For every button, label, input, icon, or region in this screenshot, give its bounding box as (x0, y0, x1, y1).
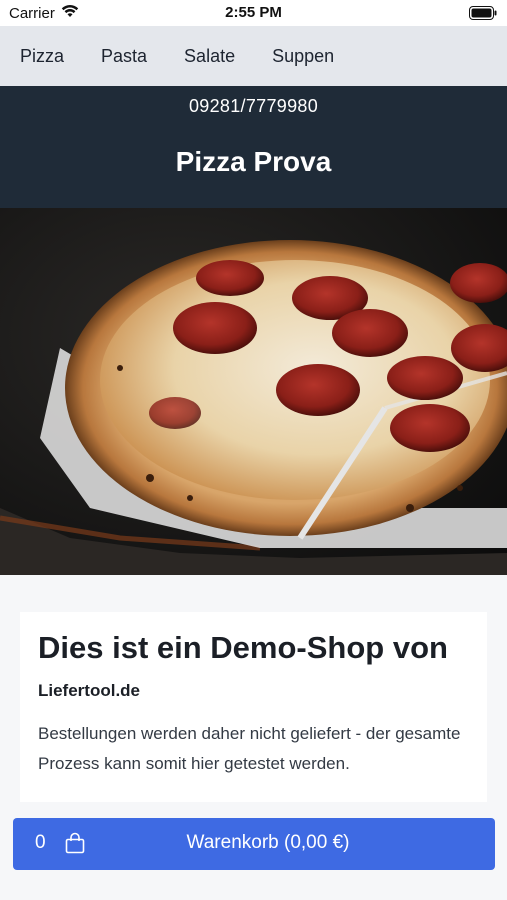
category-tab-salate[interactable]: Salate (184, 46, 235, 67)
category-nav: Pizza Pasta Salate Suppen (0, 26, 507, 86)
demo-shop-notice: Dies ist ein Demo-Shop von Liefertool.de… (20, 612, 487, 802)
shop-phone[interactable]: 09281/7779980 (0, 96, 507, 117)
notice-text: Bestellungen werden daher nicht geliefer… (38, 724, 461, 773)
notice-brand[interactable]: Liefertool.de (38, 681, 140, 700)
notice-title: Dies ist ein Demo-Shop von Liefertool.de (38, 628, 469, 711)
status-time: 2:55 PM (225, 4, 282, 21)
notice-title-text: Dies ist ein Demo-Shop von (38, 630, 448, 665)
category-tab-suppen[interactable]: Suppen (272, 46, 334, 67)
cart-label: Warenkorb (0,00 €) (186, 832, 350, 853)
status-bar: Carrier 2:55 PM (0, 0, 507, 26)
cart-button[interactable]: 0 Warenkorb (0,00 €) (13, 818, 495, 870)
category-tab-pasta[interactable]: Pasta (101, 46, 147, 67)
shop-name: Pizza Prova (175, 146, 332, 177)
app-screen: Carrier 2:55 PM Pizza Pasta Salate Suppe… (0, 0, 507, 900)
hero-pizza-image (0, 208, 507, 575)
shop-header: 09281/7779980 Pizza Prova (0, 86, 507, 208)
category-tab-pizza[interactable]: Pizza (20, 46, 64, 67)
battery-icon (469, 6, 497, 24)
